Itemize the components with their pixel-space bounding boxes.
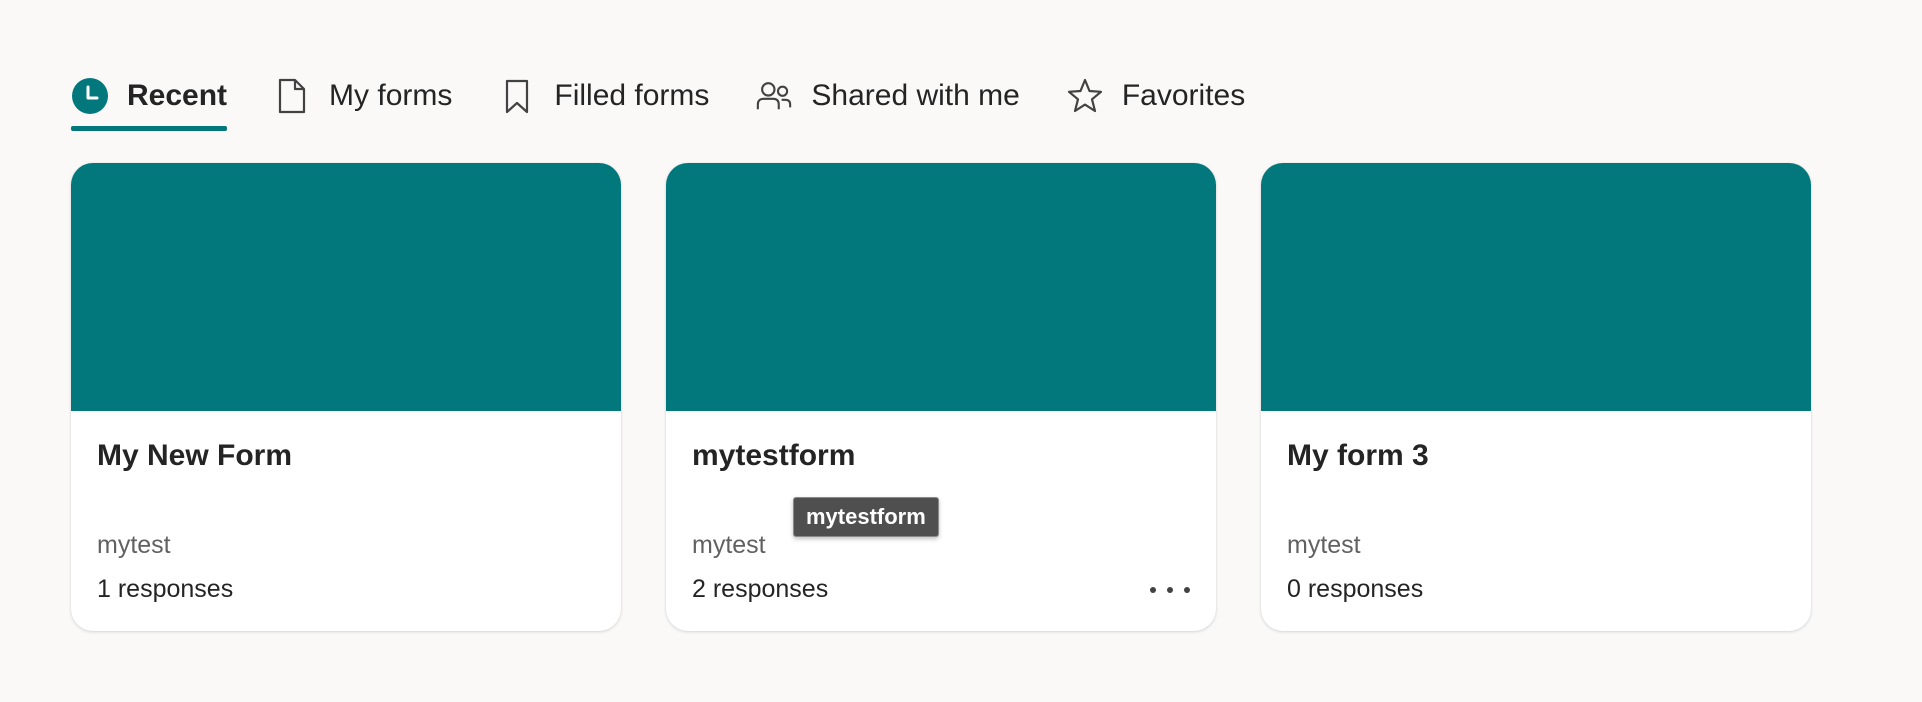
tab-recent-label: Recent (127, 79, 228, 112)
form-card-title: My form 3 (1287, 439, 1429, 472)
recent-forms-grid: My New Form mytest 1 responses mytestfor… (71, 163, 1856, 631)
form-card-banner (1261, 163, 1811, 411)
form-card-owner: mytest (692, 531, 766, 559)
tab-my-forms-label: My forms (329, 79, 453, 112)
people-icon (755, 77, 793, 115)
tab-favorites[interactable]: Favorites (1066, 70, 1245, 122)
form-card[interactable]: My New Form mytest 1 responses (71, 163, 621, 631)
tab-favorites-label: Favorites (1121, 79, 1246, 112)
title-tooltip: mytestform (793, 497, 939, 537)
form-card[interactable]: mytestform mytestform mytest 2 responses (666, 163, 1216, 631)
form-card-title: My New Form (97, 439, 293, 472)
form-card-owner: mytest (1287, 531, 1361, 559)
form-card-title: mytestform (692, 439, 856, 472)
form-card[interactable]: My form 3 mytest 0 responses (1261, 163, 1811, 631)
more-options-button[interactable] (1150, 575, 1190, 605)
star-icon (1066, 77, 1104, 115)
form-card-responses: 2 responses (692, 575, 829, 603)
tab-filled-forms[interactable]: Filled forms (498, 70, 709, 122)
tab-shared-with-me[interactable]: Shared with me (755, 70, 1020, 122)
clock-icon (71, 77, 109, 115)
form-card-responses: 1 responses (97, 575, 234, 603)
form-card-owner: mytest (97, 531, 171, 559)
document-icon (273, 77, 311, 115)
tab-filled-forms-label: Filled forms (554, 79, 710, 112)
bookmark-icon (498, 77, 536, 115)
more-horizontal-icon (1150, 587, 1156, 593)
form-card-banner (71, 163, 621, 411)
tab-recent[interactable]: Recent (71, 70, 228, 131)
form-card-responses: 0 responses (1287, 575, 1424, 603)
forms-tab-bar: Recent My forms Filled forms Shared with… (71, 64, 1291, 131)
form-card-banner (666, 163, 1216, 411)
tab-my-forms[interactable]: My forms (273, 70, 452, 122)
tab-shared-with-me-label: Shared with me (811, 79, 1020, 112)
